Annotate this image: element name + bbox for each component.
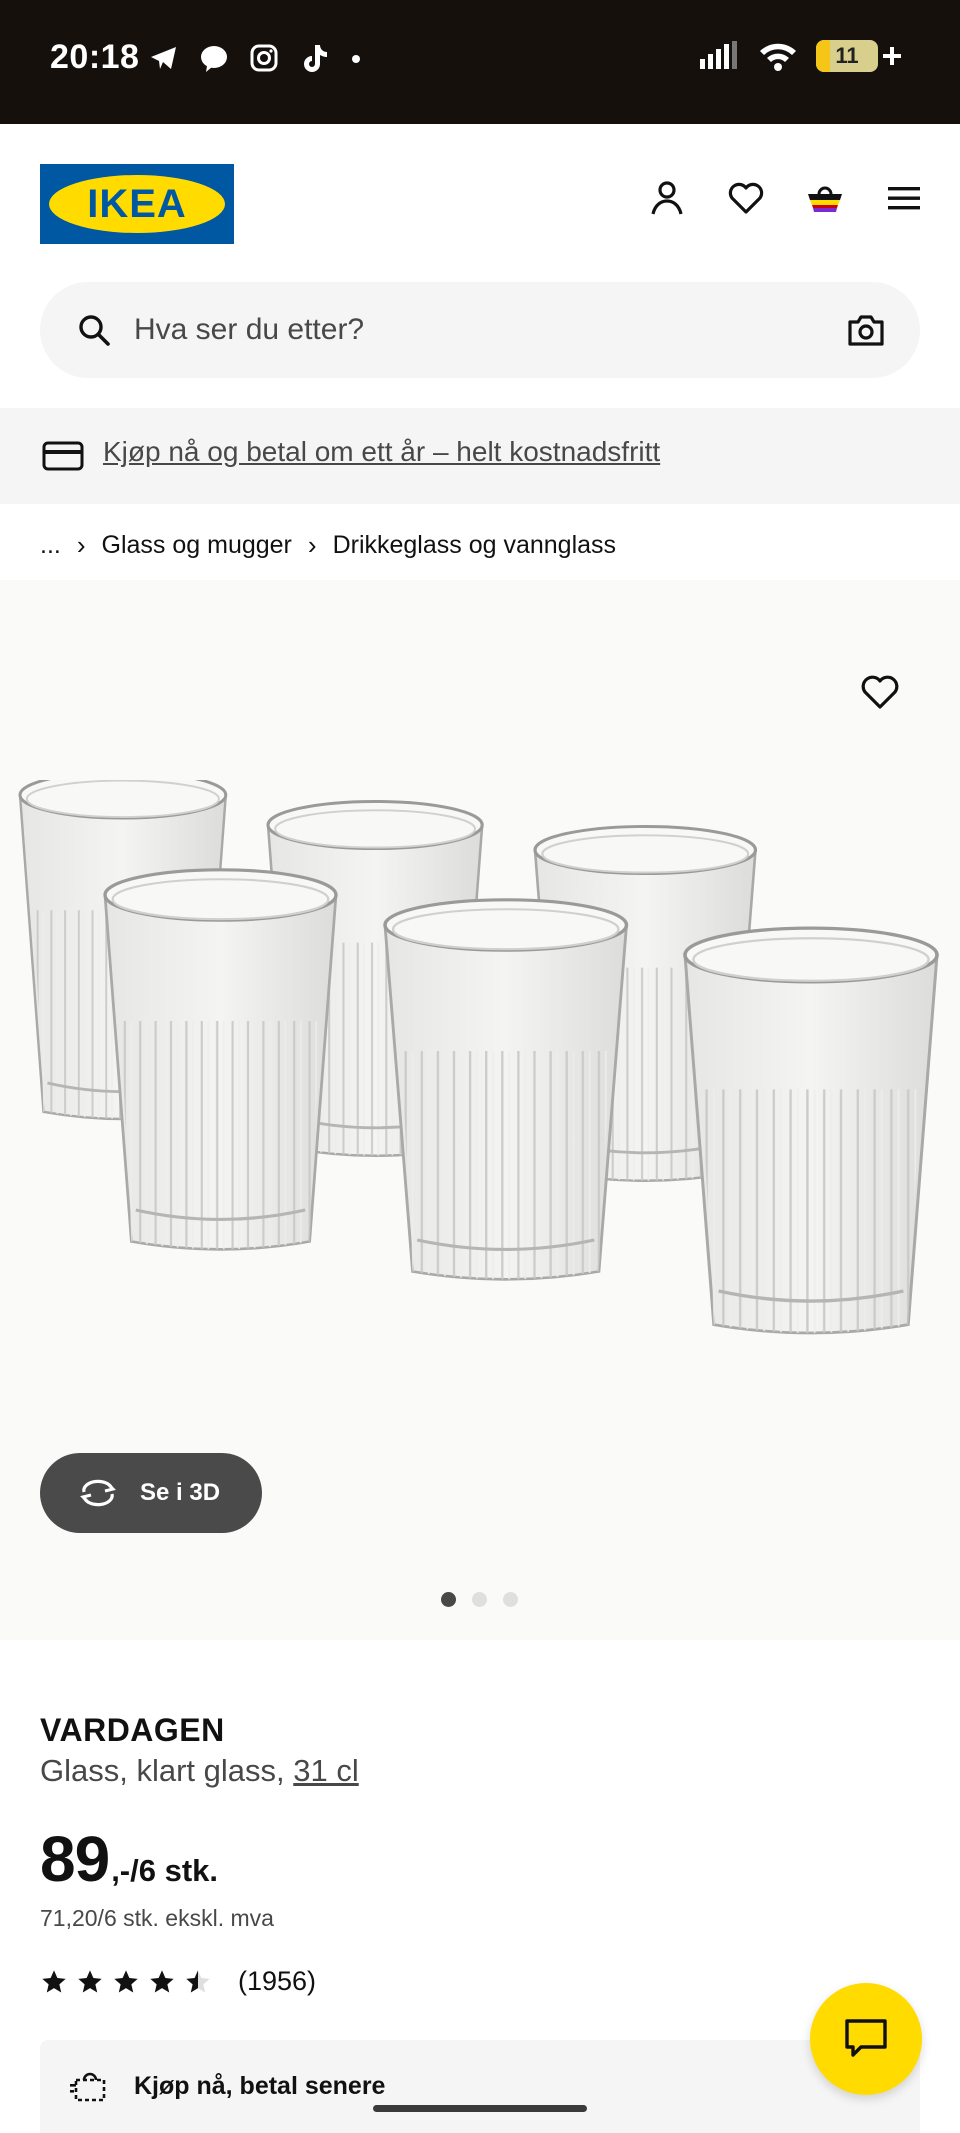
review-count[interactable]: (1956) — [238, 1966, 316, 1997]
add-to-favourites-heart-icon[interactable] — [858, 670, 902, 714]
rating-stars — [40, 1968, 212, 1996]
status-bar: 20:18 11 — [0, 0, 960, 124]
account-icon[interactable] — [647, 178, 687, 218]
charging-plus-icon — [883, 47, 901, 65]
product-description: Glass, klart glass, 31 cl — [40, 1753, 359, 1789]
site-header: IKEA — [0, 124, 960, 278]
dot-icon — [352, 55, 360, 63]
favourites-heart-icon[interactable] — [726, 178, 766, 218]
price-ex-vat: 71,20/6 stk. ekskl. mva — [40, 1905, 274, 1931]
view-in-3d-button[interactable]: Se i 3D — [40, 1453, 262, 1533]
product-type: Glass, klart glass, — [40, 1753, 294, 1788]
shopping-bag-dashed-icon — [70, 2072, 106, 2102]
wifi-icon — [760, 43, 796, 71]
buy-later-label: Kjøp nå, betal senere — [134, 2072, 386, 2100]
shopping-basket-icon[interactable] — [805, 178, 845, 218]
product-image-vardagen-glasses — [18, 780, 939, 1335]
hamburger-menu-icon[interactable] — [884, 178, 924, 218]
buy-now-pay-later-row[interactable]: Kjøp nå, betal senere — [40, 2040, 920, 2133]
notification-icons — [148, 42, 364, 74]
telegram-icon — [151, 47, 176, 69]
breadcrumb-item-glass-og-mugger[interactable]: Glass og mugger — [102, 531, 292, 560]
chat-button[interactable] — [810, 1983, 922, 2095]
messenger-icon — [201, 46, 227, 72]
ikea-logo[interactable]: IKEA — [40, 164, 234, 244]
star-full-icon — [150, 1969, 174, 1992]
breadcrumb-ellipsis[interactable]: ... — [40, 531, 61, 560]
carousel-dot-3[interactable] — [503, 1592, 518, 1607]
chevron-right-icon: › — [307, 530, 317, 560]
battery-indicator: 11 — [816, 40, 878, 72]
search-input[interactable] — [134, 302, 814, 358]
battery-level: 11 — [835, 43, 859, 68]
chat-bubble-icon — [845, 2019, 887, 2057]
carousel-dot-1[interactable] — [441, 1592, 456, 1607]
product-rating[interactable]: (1956) — [40, 1966, 316, 1997]
product-price: 89 ,-/6 stk. — [40, 1822, 218, 1896]
carousel-pagination — [441, 1592, 518, 1607]
tiktok-icon — [304, 45, 327, 72]
price-main: 89 — [40, 1823, 110, 1895]
promo-link[interactable]: Kjøp nå og betal om ett år – helt kostna… — [103, 436, 660, 468]
search-icon — [79, 315, 110, 346]
breadcrumb: ... › Glass og mugger › Drikkeglass og v… — [40, 530, 616, 561]
instagram-icon — [250, 44, 278, 72]
star-half-icon — [186, 1969, 210, 1992]
star-full-icon — [114, 1969, 138, 1992]
star-full-icon — [42, 1969, 66, 1992]
price-suffix: ,-/6 stk. — [111, 1853, 219, 1888]
logo-text: IKEA — [87, 181, 187, 226]
payment-promo-banner[interactable]: Kjøp nå og betal om ett år – helt kostna… — [0, 408, 960, 504]
product-image-gallery[interactable]: Se i 3D — [0, 580, 960, 1640]
chevron-right-icon: › — [76, 530, 86, 560]
search-bar — [40, 282, 920, 378]
camera-search-icon[interactable] — [846, 310, 886, 350]
home-indicator[interactable] — [373, 2105, 587, 2112]
rotate-3d-icon — [80, 1479, 116, 1507]
star-full-icon — [78, 1969, 102, 1992]
carousel-dot-2[interactable] — [472, 1592, 487, 1607]
credit-card-icon — [42, 441, 84, 471]
signal-icon — [700, 41, 737, 69]
product-size-link[interactable]: 31 cl — [293, 1753, 358, 1788]
clock: 20:18 — [50, 38, 140, 76]
view-in-3d-label: Se i 3D — [140, 1479, 221, 1506]
breadcrumb-item-drikkeglass[interactable]: Drikkeglass og vannglass — [333, 531, 616, 560]
product-name: VARDAGEN — [40, 1712, 225, 1748]
